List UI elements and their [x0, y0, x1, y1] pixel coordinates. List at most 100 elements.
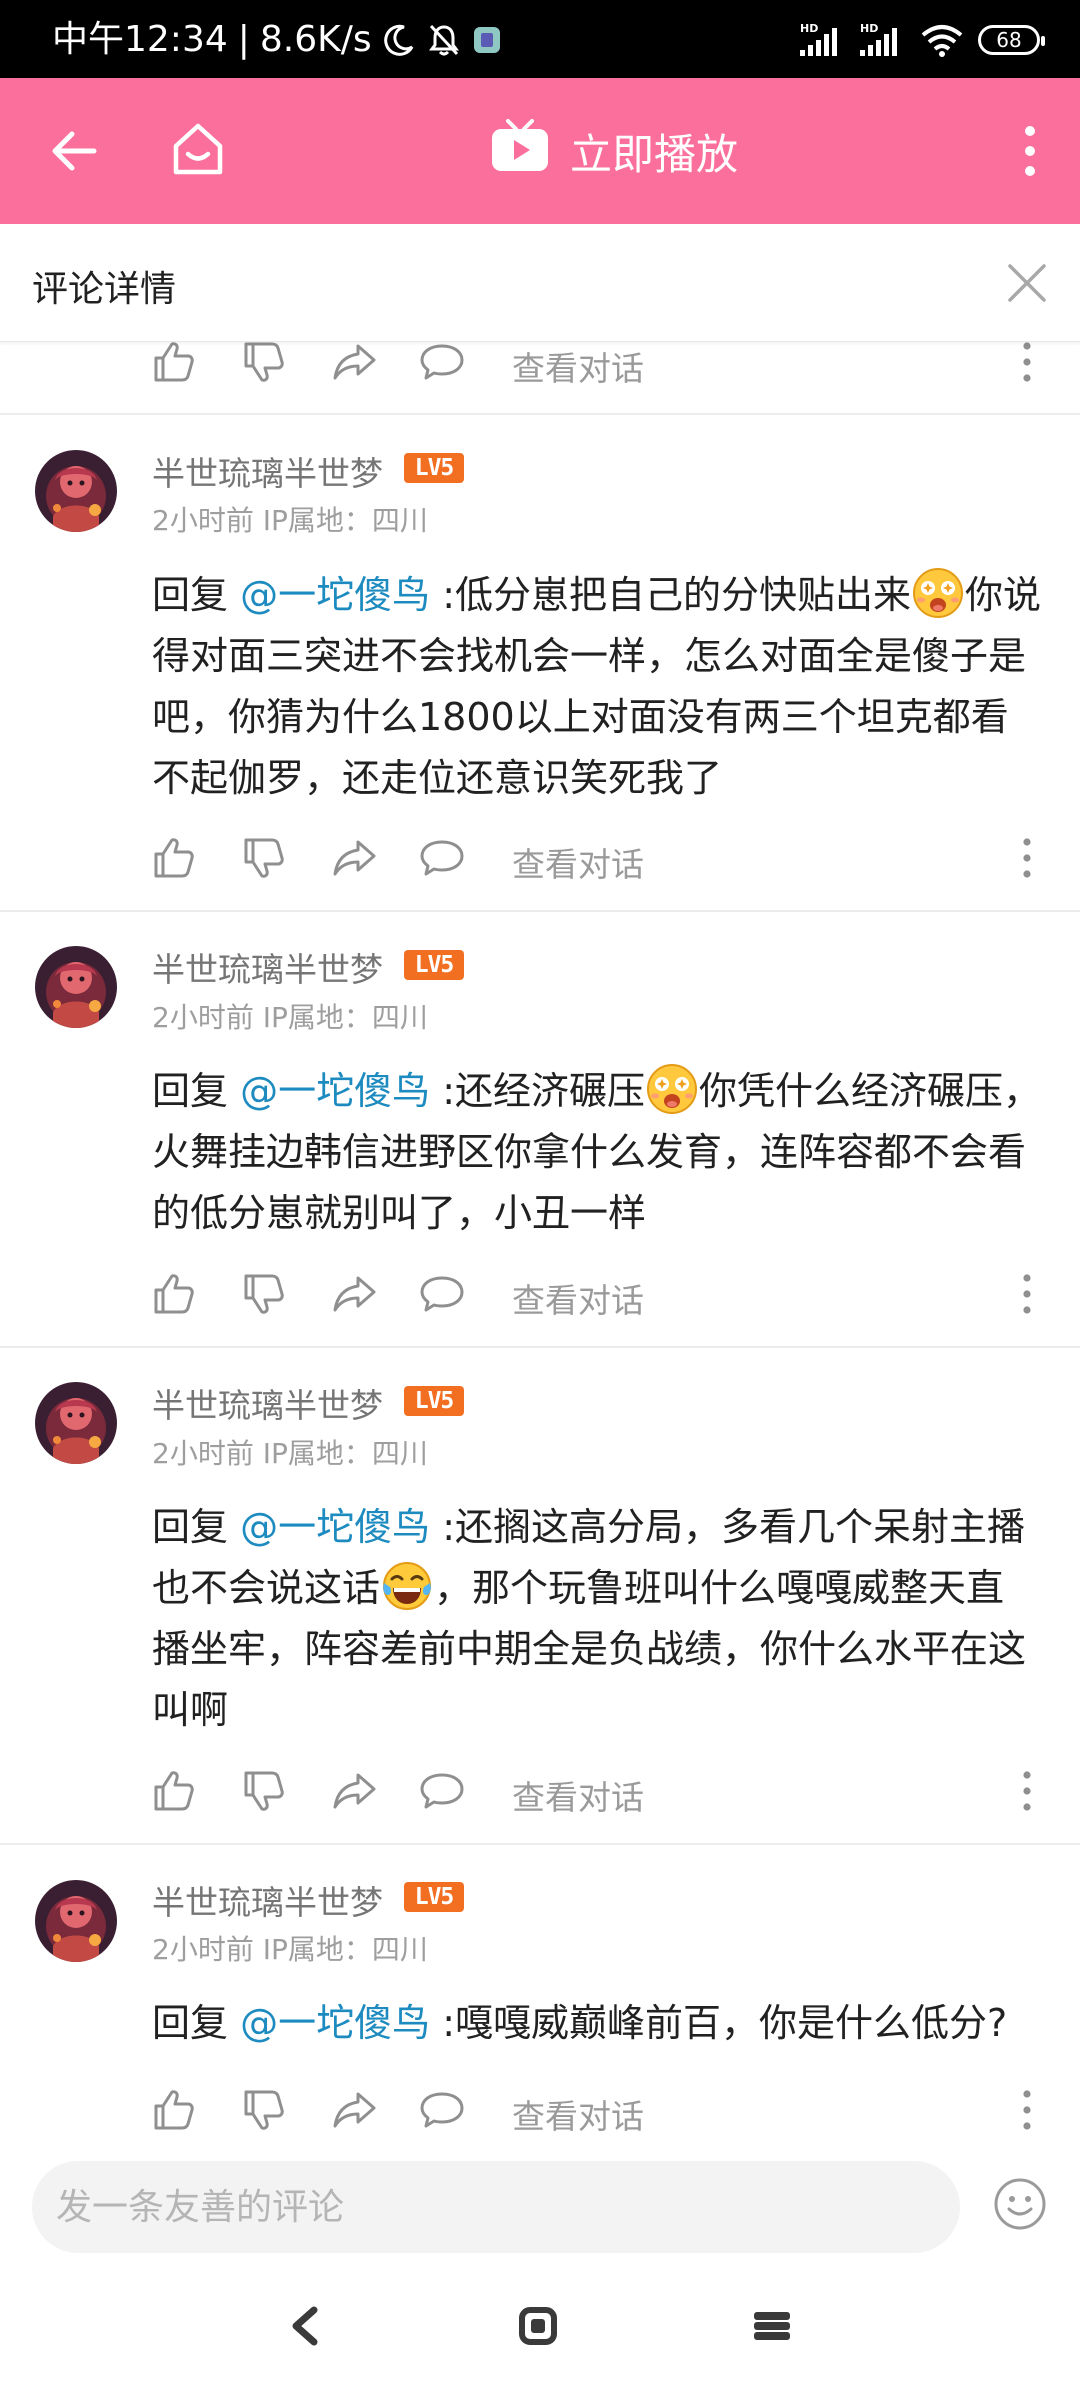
avatar[interactable] — [35, 1880, 117, 1962]
view-conversation-link[interactable]: 查看对话 — [512, 1274, 644, 1322]
avatar[interactable] — [35, 1382, 117, 1464]
dislike-icon[interactable] — [240, 834, 288, 882]
dislike-icon[interactable] — [240, 1270, 288, 1318]
like-icon[interactable] — [150, 834, 198, 882]
reply-icon[interactable] — [418, 338, 466, 386]
hd-signal-icon-2: HD — [860, 22, 906, 58]
share-icon[interactable] — [330, 834, 378, 882]
comment-ip: IP属地：四川 — [262, 1933, 428, 1966]
play-now-button[interactable]: 立即播放 — [490, 118, 738, 184]
mention-link[interactable]: @一坨傻鸟 — [240, 1069, 430, 1113]
view-conversation-link[interactable]: 查看对话 — [512, 2090, 644, 2138]
comment-ip: IP属地：四川 — [262, 1001, 428, 1034]
comment-more-icon[interactable] — [1012, 340, 1042, 384]
share-icon[interactable] — [330, 2086, 378, 2134]
comment-more-icon[interactable] — [1012, 1769, 1042, 1813]
view-conversation-link[interactable]: 查看对话 — [512, 838, 644, 886]
action-row: 查看对话 — [0, 1767, 1080, 1831]
mention-link[interactable]: @一坨傻鸟 — [240, 1505, 430, 1549]
comment-detail-header: 评论详情 — [0, 224, 1080, 342]
comment-input[interactable] — [32, 2161, 960, 2253]
comment-text: 回复 @一坨傻鸟 :还搁这高分局，多看几个呆射主播也不会说这话 ，那个玩鲁班叫什么… — [152, 1497, 1042, 1741]
action-row: 查看对话 — [0, 834, 1080, 898]
status-separator: | — [237, 19, 250, 60]
comment-time: 2小时前 — [152, 1437, 254, 1470]
share-icon[interactable] — [330, 1767, 378, 1815]
comment-more-icon[interactable] — [1012, 836, 1042, 880]
reply-prefix: 回复 — [152, 1505, 241, 1549]
dislike-icon[interactable] — [240, 338, 288, 386]
comment-ip: IP属地：四川 — [262, 1437, 428, 1470]
reply-icon[interactable] — [418, 1767, 466, 1815]
comment-text: 回复 @一坨傻鸟 :嘎嘎威巅峰前百，你是什么低分? — [152, 1993, 1042, 2054]
app-bar: 立即播放 — [0, 78, 1080, 224]
username[interactable]: 半世琉璃半世梦 — [152, 447, 383, 495]
comment-detail-title: 评论详情 — [32, 269, 177, 310]
share-icon[interactable] — [330, 1270, 378, 1318]
comment-text-a: :嘎嘎威巅峰前百，你是什么低分? — [430, 2001, 1008, 2045]
surprised-face-emoji-icon — [645, 1062, 699, 1116]
avatar[interactable] — [35, 946, 117, 1028]
share-icon[interactable] — [330, 338, 378, 386]
reply-icon[interactable] — [418, 834, 466, 882]
reply-icon[interactable] — [418, 1270, 466, 1318]
action-row: 查看对话 — [0, 1270, 1080, 1334]
level-badge: LV5 — [404, 1882, 464, 1912]
avatar[interactable] — [35, 450, 117, 532]
level-badge: LV5 — [404, 453, 464, 483]
divider — [0, 1346, 1080, 1348]
action-row: 查看对话 — [0, 338, 1080, 402]
nav-home-icon[interactable] — [514, 2302, 562, 2350]
close-icon[interactable] — [1000, 256, 1054, 310]
divider — [0, 1843, 1080, 1845]
status-right: HD HD 68 — [800, 22, 1045, 58]
home-icon[interactable] — [166, 118, 230, 182]
comment-meta: 2小时前 IP属地：四川 — [152, 996, 428, 1036]
emoji-picker-icon[interactable] — [992, 2176, 1048, 2232]
network-speed: 8.6K/s — [259, 19, 372, 60]
username[interactable]: 半世琉璃半世梦 — [152, 1876, 383, 1924]
view-conversation-link[interactable]: 查看对话 — [512, 342, 644, 390]
comment-time: 2小时前 — [152, 1001, 254, 1034]
wifi-icon — [920, 22, 964, 58]
more-options-icon[interactable] — [1010, 121, 1050, 181]
like-icon[interactable] — [150, 1767, 198, 1815]
reply-icon[interactable] — [418, 2086, 466, 2134]
comment-more-icon[interactable] — [1012, 2088, 1042, 2132]
reply-prefix: 回复 — [152, 2001, 241, 2045]
moon-icon — [382, 23, 416, 57]
play-now-label: 立即播放 — [570, 129, 739, 179]
comment-meta: 2小时前 IP属地：四川 — [152, 1928, 428, 1968]
view-conversation-link[interactable]: 查看对话 — [512, 1771, 644, 1819]
comment-more-icon[interactable] — [1012, 1272, 1042, 1316]
svg-text:HD: HD — [800, 22, 818, 35]
username[interactable]: 半世琉璃半世梦 — [152, 943, 383, 991]
comment-time: 2小时前 — [152, 1933, 254, 1966]
app-notification-icon — [472, 25, 502, 55]
action-row: 查看对话 — [0, 2086, 1080, 2150]
comment-meta: 2小时前 IP属地：四川 — [152, 499, 428, 539]
back-arrow-icon[interactable] — [44, 121, 104, 181]
mention-link[interactable]: @一坨傻鸟 — [240, 2001, 430, 2045]
battery-indicator: 68 — [978, 25, 1045, 55]
system-nav-bar — [0, 2256, 1080, 2400]
like-icon[interactable] — [150, 1270, 198, 1318]
nav-back-icon[interactable] — [282, 2302, 330, 2350]
battery-level: 68 — [996, 28, 1022, 52]
divider — [0, 413, 1080, 415]
mention-link[interactable]: @一坨傻鸟 — [240, 573, 430, 617]
dislike-icon[interactable] — [240, 1767, 288, 1815]
status-time: 中午12:34 — [52, 19, 228, 60]
comment-text-a: :低分崽把自己的分快贴出来 — [430, 573, 911, 617]
comment-text: 回复 @一坨傻鸟 :还经济碾压 你凭什么经济碾压，火舞挂边韩信进野区你拿什么发育，… — [152, 1061, 1042, 1244]
surprised-face-emoji-icon — [911, 566, 965, 620]
dislike-icon[interactable] — [240, 2086, 288, 2134]
level-badge: LV5 — [404, 950, 464, 980]
like-icon[interactable] — [150, 338, 198, 386]
nav-recents-icon[interactable] — [748, 2302, 796, 2350]
status-bar: 中午12:34 | 8.6K/s HD HD 68 — [0, 0, 1080, 78]
hd-signal-icon-1: HD — [800, 22, 846, 58]
comment-time: 2小时前 — [152, 504, 254, 537]
username[interactable]: 半世琉璃半世梦 — [152, 1379, 383, 1427]
like-icon[interactable] — [150, 2086, 198, 2134]
